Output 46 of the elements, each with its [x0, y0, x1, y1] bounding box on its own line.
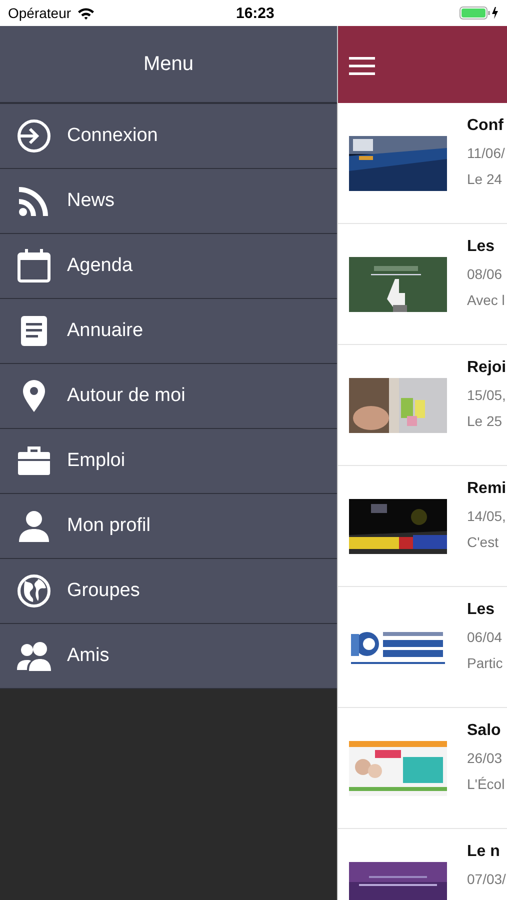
news-title: Le n — [467, 843, 501, 861]
article-row[interactable]: Le n 07/03/ — [338, 829, 507, 900]
calendar-icon — [16, 248, 52, 284]
news-excerpt: Le 25 — [467, 413, 504, 429]
news-excerpt: Avec l — [467, 292, 505, 308]
news-date: 15/05, — [467, 387, 506, 403]
article-row[interactable]: Remi 14/05, C'est — [338, 466, 507, 587]
menu-item[interactable]: Autour de moi — [0, 364, 337, 429]
news-title: Rejoi — [467, 359, 506, 377]
news-date: 07/03/ — [467, 871, 506, 887]
menu-item[interactable]: Emploi — [0, 429, 337, 494]
menu-item[interactable]: News — [0, 169, 337, 234]
news-title: Les — [467, 601, 496, 619]
news-date: 11/06/ — [467, 145, 505, 161]
news-excerpt: C'est — [467, 534, 500, 550]
news-title: Remi — [467, 480, 506, 498]
news-title: Les — [467, 238, 496, 256]
menu-item[interactable]: Groupes — [0, 559, 337, 624]
globe-icon — [16, 573, 52, 609]
news-excerpt: Partic — [467, 655, 503, 671]
news-title: Conf — [467, 117, 504, 135]
menu-item[interactable]: Agenda — [0, 234, 337, 299]
login-icon — [16, 118, 52, 154]
news-title: Salo — [467, 722, 502, 740]
menu-item[interactable]: Connexion — [0, 104, 337, 169]
menu-icon[interactable] — [349, 56, 375, 74]
article-row[interactable]: Salo 26/03 L'Écol — [338, 708, 507, 829]
battery-icon — [459, 6, 499, 20]
carrier-name: Opérateur — [8, 5, 72, 21]
news-date: 26/03 — [467, 750, 504, 766]
news-excerpt: L'Écol — [467, 776, 505, 792]
article-row[interactable]: Rejoi 15/05, Le 25 — [338, 345, 507, 466]
menu-item[interactable]: Mon profil — [0, 494, 337, 559]
wifi-icon — [77, 6, 96, 20]
news-date: 14/05, — [467, 508, 506, 524]
news-excerpt: Le 24 — [467, 171, 504, 187]
article-row[interactable]: Les 08/06 Avec l — [338, 224, 507, 345]
news-date: 06/04 — [467, 629, 503, 645]
article-row[interactable]: Les 06/04 Partic — [338, 587, 507, 708]
news-date: 08/06 — [467, 266, 504, 282]
menu-title: Menu — [143, 52, 194, 76]
menu-item[interactable]: Annuaire — [0, 299, 337, 364]
menu-item[interactable]: Amis — [0, 624, 337, 689]
person-icon — [16, 508, 52, 544]
clock-time: 16:23 — [236, 5, 274, 22]
article-row[interactable]: Conf 11/06/ Le 24 — [338, 103, 507, 224]
